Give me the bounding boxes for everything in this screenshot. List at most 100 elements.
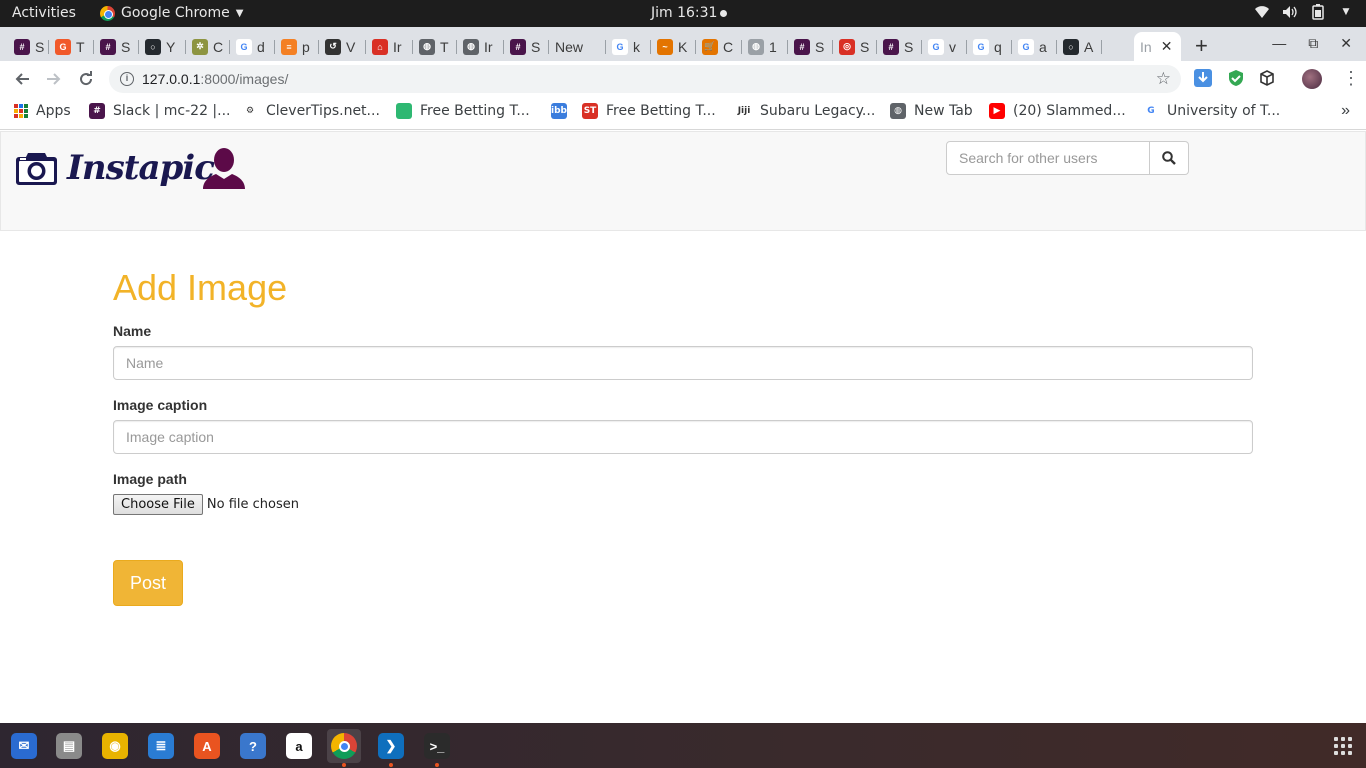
dock-item[interactable] — [327, 729, 361, 767]
bookmark-item[interactable]: ⚙ CleverTips.net... — [242, 103, 380, 119]
url-text[interactable]: 127.0.0.1:8000/images/ — [142, 71, 288, 87]
tab-label: Ir — [393, 38, 402, 55]
bookmark-item[interactable]: G University of T... — [1143, 103, 1280, 119]
software-center-icon: A — [194, 733, 220, 759]
app-menu[interactable]: Google Chrome ▼ — [100, 5, 243, 21]
tab-22[interactable]: Ga — [1012, 32, 1057, 61]
restore-button[interactable]: ⧉ — [1308, 35, 1318, 52]
tab-favicon-icon: # — [510, 38, 526, 55]
close-window-button[interactable]: ✕ — [1340, 35, 1352, 52]
system-tray[interactable]: ▼ — [1254, 4, 1354, 20]
tab-favicon-icon: ◍ — [463, 38, 479, 55]
search-input[interactable] — [946, 141, 1150, 175]
tab-15[interactable]: 🛒 C — [696, 32, 742, 61]
tab-label: k — [633, 38, 640, 55]
tab-13[interactable]: Gk — [606, 32, 651, 61]
bookmark-item[interactable]: ibb — [551, 103, 567, 119]
bookmark-item[interactable]: Apps — [14, 103, 71, 119]
chevron-down-icon: ▼ — [1342, 7, 1350, 17]
dock: ✉ ▤ ◉ ≣ A? a ❯ >_ — [0, 723, 1366, 768]
dock-item[interactable]: ◉ — [98, 729, 132, 763]
dock-item[interactable]: >_ — [420, 729, 454, 767]
user-profile-icon[interactable] — [203, 147, 245, 189]
minimize-button[interactable]: — — [1272, 35, 1286, 52]
rhythmbox-icon: ◉ — [102, 733, 128, 759]
tab-21[interactable]: Gq — [967, 32, 1012, 61]
name-field[interactable] — [113, 346, 1253, 380]
back-button[interactable] — [12, 69, 32, 89]
tab-17[interactable]: # S — [788, 32, 833, 61]
tab-12[interactable]: New — [549, 32, 606, 61]
dock-item[interactable]: ≣ — [144, 729, 178, 763]
tab-4[interactable]: ✲ C — [186, 32, 230, 61]
tab-1[interactable]: GT — [49, 32, 94, 61]
more-bookmarks-button[interactable]: » — [1341, 102, 1350, 120]
tab-8[interactable]: ⌂ Ir — [366, 32, 413, 61]
address-bar[interactable]: i 127.0.0.1:8000/images/ ☆ — [109, 65, 1181, 93]
tab-label: K — [678, 38, 688, 55]
tab-11[interactable]: # S — [504, 32, 549, 61]
tab-label: v — [949, 38, 956, 55]
clock[interactable]: Jim 16:31 — [651, 5, 728, 21]
bookmark-star-icon[interactable]: ☆ — [1156, 69, 1171, 89]
globe-icon: ◍ — [890, 103, 906, 119]
tab-label: T — [76, 38, 85, 55]
tab-label: a — [1039, 38, 1047, 55]
tab-23[interactable]: ○ A — [1057, 32, 1102, 61]
tab-10[interactable]: ◍ Ir — [457, 32, 504, 61]
forward-button[interactable] — [44, 69, 64, 89]
tab-9[interactable]: ◍ T — [413, 32, 457, 61]
bookmark-label: University of T... — [1167, 103, 1281, 119]
add-image-form: Add Image Name Image caption Image path … — [113, 267, 1253, 606]
tab-3[interactable]: ○ Y — [139, 32, 186, 61]
brand[interactable]: Instapic — [16, 148, 215, 188]
bookmark-item[interactable]: ▶ (20) Slammed... — [989, 103, 1126, 119]
notification-dot — [720, 10, 728, 17]
close-tab-icon[interactable]: ✕ — [1161, 38, 1173, 55]
activities-button[interactable]: Activities — [12, 5, 76, 21]
menu-kebab-icon[interactable]: ⋮ — [1342, 69, 1360, 87]
dock-item[interactable]: ❯ — [374, 729, 408, 767]
info-icon[interactable]: i — [120, 72, 134, 86]
cube-extension-icon[interactable] — [1258, 69, 1276, 87]
tab-18[interactable]: ◎ S — [833, 32, 877, 61]
show-apps-button[interactable] — [1334, 737, 1352, 755]
tab-0[interactable]: # S — [8, 32, 49, 61]
tab-favicon-icon: ○ — [145, 38, 161, 55]
tab-favicon-icon: 🛒 — [702, 38, 718, 55]
writer-icon: ≣ — [148, 733, 174, 759]
bookmark-item[interactable]: ◍ New Tab — [890, 103, 973, 119]
caption-field[interactable] — [113, 420, 1253, 454]
tab-2[interactable]: # S — [94, 32, 139, 61]
shield-icon[interactable] — [1227, 69, 1245, 87]
tab-14[interactable]: ~ K — [651, 32, 696, 61]
reload-button[interactable] — [76, 69, 96, 89]
tab-active[interactable]: In ✕ — [1134, 32, 1181, 61]
tab-label: Ir — [484, 38, 493, 55]
dock-item[interactable]: ▤ — [52, 729, 86, 763]
dock-item[interactable]: a — [282, 729, 316, 763]
tab-6[interactable]: ≡ p — [275, 32, 319, 61]
dock-item[interactable]: ? — [236, 729, 270, 763]
tab-7[interactable]: ↺ V — [319, 32, 366, 61]
file-input: Choose File No file chosen — [113, 494, 1253, 515]
avatar[interactable] — [1302, 69, 1322, 89]
search-button[interactable] — [1150, 141, 1189, 175]
bookmark-item[interactable]: # Slack | mc-22 |... — [89, 103, 231, 119]
dock-item[interactable]: ✉ — [7, 729, 41, 763]
tab-16[interactable]: ◍ 1 — [742, 32, 788, 61]
thunderbird-icon: ✉ — [11, 733, 37, 759]
post-button[interactable]: Post — [113, 560, 183, 606]
tab-favicon-icon: ↺ — [325, 38, 341, 55]
bookmark-item[interactable]: ST Free Betting T... — [582, 103, 716, 119]
dock-item[interactable]: A — [190, 729, 224, 763]
tab-20[interactable]: Gv — [922, 32, 967, 61]
tab-19[interactable]: # S — [877, 32, 922, 61]
new-tab-button[interactable]: + — [1195, 33, 1208, 59]
tab-label: C — [723, 38, 734, 55]
bookmark-item[interactable]: Jiji Subaru Legacy... — [736, 103, 875, 119]
bookmark-item[interactable]: Free Betting T... — [396, 103, 530, 119]
choose-file-button[interactable]: Choose File — [113, 494, 203, 515]
download-extension-icon[interactable] — [1194, 69, 1212, 87]
tab-5[interactable]: Gd — [230, 32, 275, 61]
